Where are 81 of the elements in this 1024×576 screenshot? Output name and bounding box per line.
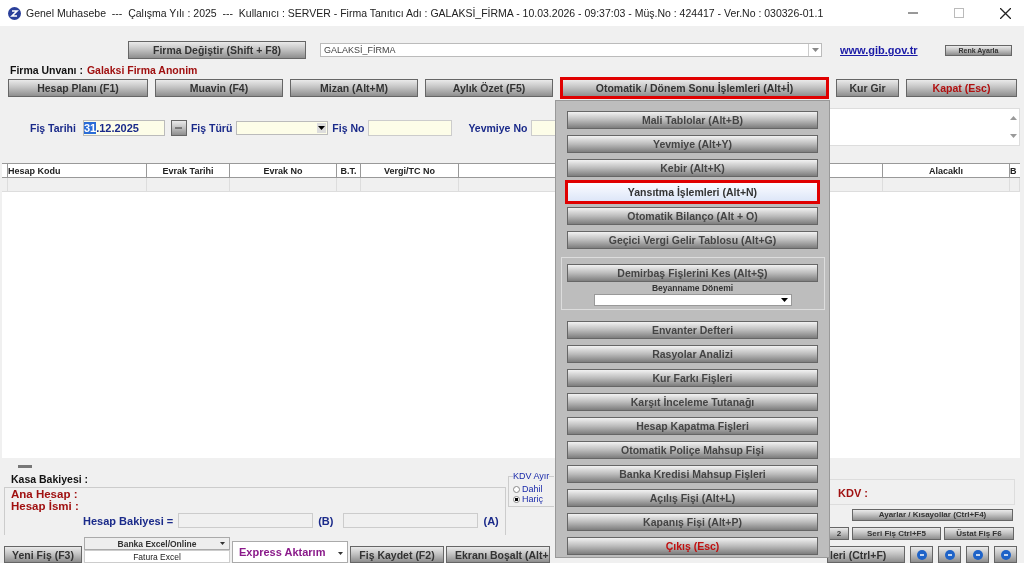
splitter-grip-icon[interactable] [18, 465, 32, 468]
toolbar-button[interactable]: Hesap Planı (F1) [8, 79, 148, 97]
invoice-import-item[interactable]: Fatura Excel [84, 550, 230, 563]
company-combo[interactable]: GALAKSİ_FİRMA [320, 43, 822, 57]
date-picker-button[interactable] [170, 120, 187, 136]
express-transfer-dropdown[interactable]: Express Aktarım [232, 541, 348, 563]
menu-button[interactable]: Otomatik Bilanço (Alt + O) [567, 207, 818, 225]
voucher-number-field[interactable] [368, 120, 453, 136]
menu-button[interactable]: Banka Kredisi Mahsup Fişleri [567, 465, 818, 483]
toolbar-button[interactable]: Mizan (Alt+M) [290, 79, 418, 97]
menu-button[interactable]: Karşıt İnceleme Tutanağı [567, 393, 818, 411]
menu-button[interactable]: Mali Tablolar (Alt+B) [567, 111, 818, 129]
menu-button[interactable]: Rasyolar Analizi [567, 345, 818, 363]
menu-button[interactable]: Kur Farkı Fişleri [567, 369, 818, 387]
dropdown-arrow-icon [338, 552, 343, 555]
save-voucher-button[interactable]: Fiş Kaydet (F2) [350, 546, 444, 563]
toolbar-button[interactable]: Otomatik / Dönem Sonu İşlemleri (Alt+İ) [560, 77, 829, 99]
close-icon[interactable] [1000, 7, 1011, 19]
column-header[interactable]: Evrak No [230, 164, 337, 177]
nav-button[interactable] [994, 546, 1017, 563]
scroll-down-icon[interactable] [1009, 134, 1017, 138]
menu-button[interactable]: Otomatik Poliçe Mahsup Fişi [567, 441, 818, 459]
bank-import-dropdown[interactable]: Banka Excel/Online [84, 537, 230, 550]
menu-button[interactable]: Yansıtma İşlemleri (Alt+N) [565, 180, 820, 204]
nav-button[interactable] [966, 546, 989, 563]
balance-side-label: (B) [318, 514, 334, 527]
menu-button[interactable]: Demirbaş Fişlerini Kes (Alt+Ş) [567, 264, 818, 282]
menu-button[interactable]: Geçici Vergi Gelir Tablosu (Alt+G) [567, 231, 818, 249]
toolbar-button[interactable]: Aylık Özet (F5) [425, 79, 553, 97]
nav-button[interactable] [910, 546, 933, 563]
voucher-number-label: Fiş No [332, 122, 365, 134]
menu-button[interactable]: Envanter Defteri [567, 321, 818, 339]
voucher-date-field[interactable]: 31.12.2025 [82, 120, 165, 136]
menu-button[interactable]: Açılış Fişi (Alt+L) [567, 489, 818, 507]
column-header[interactable]: Alacaklı [883, 164, 1010, 177]
dropdown-arrow-icon [220, 542, 225, 545]
account-name-label: Hesap İsmi : [11, 500, 80, 512]
settings-button[interactable]: Ayarlar / Kısayollar (Ctrl+F4) [852, 508, 1013, 521]
vat-label: KDV : [838, 486, 868, 499]
vat-radio-option[interactable]: Dahil [513, 484, 554, 494]
menu-button[interactable]: Hesap Kapatma Fişleri [567, 417, 818, 435]
cash-balance-label: Kasa Bakiyesi : [11, 473, 90, 485]
dropdown-arrow-icon [781, 298, 788, 302]
menu-button[interactable]: Kapanış Fişi (Alt+P) [567, 513, 818, 531]
window-title: Genel Muhasebe --- Çalışma Yılı : 2025 --- Kullanıcı : SERVER - Firma Tanıtıcı Adı : GALAKSİ_FİRMA - 10.03.2026 - 09:37:03 - Müş.No : 424417 - Ver.No : 030326-01.1 [26, 7, 824, 19]
website-link[interactable]: www.gib.gov.tr [840, 44, 918, 56]
nav-button[interactable] [938, 546, 961, 563]
company-title-label: Firma Unvanı : [10, 63, 83, 76]
account-balance-label: Hesap Bakiyesi = [83, 514, 174, 527]
column-header[interactable]: B.T. [337, 164, 361, 177]
clear-screen-button[interactable]: Ekranı Boşalt (Alt+ [446, 546, 550, 563]
column-header[interactable]: B [1010, 164, 1020, 177]
column-header[interactable]: Evrak Tarihi [147, 164, 230, 177]
journal-number-label: Yevmiye No [468, 122, 528, 134]
company-title-value: Galaksi Firma Anonim [86, 63, 198, 76]
app-logo-icon [8, 6, 21, 20]
shortcut-button[interactable]: Üstat Fiş F6 [944, 527, 1014, 540]
balance-side-label: (A) [483, 514, 499, 527]
dropdown-arrow-icon [318, 126, 326, 130]
toolbar-button[interactable]: Kapat (Esc) [906, 79, 1017, 97]
column-header[interactable]: Vergi/TC No [361, 164, 459, 177]
scroll-up-icon[interactable] [1009, 116, 1017, 120]
toolbar-button[interactable]: Muavin (F4) [155, 79, 283, 97]
shortcut-button[interactable]: Seri Fiş Ctrl+F5 [852, 527, 941, 540]
change-company-button[interactable]: Firma Değiştir (Shift + F8) [128, 41, 306, 59]
main-account-label: Ana Hesap : [11, 488, 79, 500]
voucher-date-label: Fiş Tarihi [30, 122, 76, 134]
search-button[interactable]: leri (Ctrl+F) [827, 546, 905, 563]
dropdown-arrow-icon [811, 48, 819, 52]
voucher-type-combo[interactable] [236, 121, 329, 135]
vat-radio-option[interactable]: Hariç [513, 494, 554, 504]
maximize-icon[interactable] [954, 8, 964, 18]
voucher-type-label: Fiş Türü [190, 122, 233, 134]
declaration-period-combo[interactable] [593, 294, 792, 306]
menu-button[interactable]: Yevmiye (Alt+Y) [567, 135, 818, 153]
column-header[interactable]: Hesap Kodu [8, 164, 147, 177]
declaration-period-label: Beyanname Dönemi [651, 283, 734, 293]
vat-group-title: KDV Ayır [513, 471, 550, 481]
toolbar-button[interactable]: Kur Gir [836, 79, 899, 97]
new-voucher-button[interactable]: Yeni Fiş (F3) [4, 546, 82, 563]
menu-button[interactable]: Kebir (Alt+K) [567, 159, 818, 177]
